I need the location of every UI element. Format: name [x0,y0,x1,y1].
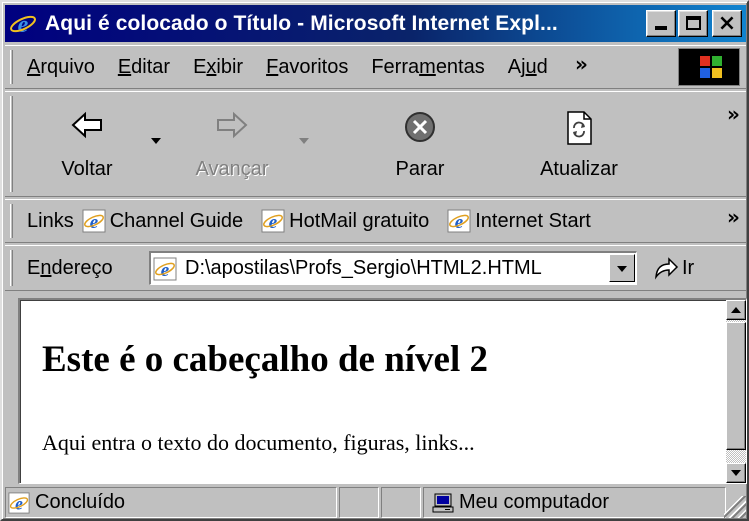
document-view[interactable]: Este é o cabeçalho de nível 2 Aqui entra… [18,298,747,484]
link-label: Internet Start [475,209,591,232]
maximize-icon [686,16,701,30]
toolbar-overflow-chevron[interactable]: » [727,102,740,126]
windows-logo [678,48,740,86]
link-label: HotMail gratuito [289,209,430,232]
vertical-scrollbar[interactable] [726,300,746,483]
maximize-button[interactable] [678,10,708,37]
stop-icon [403,110,437,150]
back-label: Voltar [61,158,113,180]
links-label: Links [27,209,74,232]
link-internet-start[interactable]: e Internet Start [447,209,591,233]
ie-page-icon: e [261,209,285,233]
document-paragraph: Aqui entra o texto do documento, figuras… [42,430,475,455]
link-hotmail[interactable]: e HotMail gratuito [261,209,429,233]
browser-window: e Aqui é colocado o Título - Microsoft I… [0,0,749,521]
minimize-button[interactable] [646,10,676,37]
standard-toolbar: Voltar Avançar Parar Atualizar » [5,91,746,197]
zone-text: Meu computador [459,491,610,513]
menu-item[interactable]: Favoritos [266,56,348,79]
stop-label: Parar [395,158,445,180]
window-title: Aqui é colocado o Título - Microsoft Int… [45,11,558,35]
status-text: Concluído [35,491,126,513]
menu-item[interactable]: Ferramentas [371,56,484,79]
toolbar-grip[interactable] [10,204,13,238]
chevron-up-icon [731,307,741,313]
menu-item[interactable]: Arquivo [27,56,95,79]
document-heading: Este é o cabeçalho de nível 2 [42,339,489,380]
refresh-label: Atualizar [540,158,618,180]
menu-bar: Arquivo Editar Exibir Favoritos Ferramentas A… [5,45,746,89]
ie-page-icon: e [153,257,177,281]
address-bar: Endereço e D:\apostilas\Profs_Sergio\HTM… [5,245,746,291]
refresh-icon [564,110,594,152]
links-overflow-chevron[interactable]: » [727,205,740,229]
status-pane-zone: Meu computador [423,487,726,518]
chevron-down-icon [617,266,627,272]
menu-overflow-chevron[interactable]: » [575,52,588,76]
back-dropdown-arrow-icon[interactable] [151,138,161,144]
computer-icon [432,492,454,514]
scroll-thumb[interactable] [726,322,746,450]
status-bar: e Concluído Meu computador [5,487,746,518]
link-channel-guide[interactable]: e Channel Guide [82,209,243,233]
status-pane-progress [339,487,379,518]
back-button[interactable]: Voltar [39,92,135,196]
menu: Arquivo Editar Exibir Favoritos Ferramentas A… [27,46,571,88]
go-arrow-icon [653,256,679,280]
back-arrow-icon [70,110,104,146]
toolbar-grip[interactable] [10,96,13,192]
menu-item[interactable]: Editar [118,56,170,79]
toolbar-grip[interactable] [10,250,13,286]
menu-item[interactable]: Exibir [193,56,243,79]
ie-logo-icon[interactable]: e [9,10,37,38]
go-label: Ir [682,256,695,279]
menu-item[interactable]: Ajud [508,56,548,79]
toolbar-grip[interactable] [10,50,13,84]
status-pane-security [381,487,421,518]
address-value: D:\apostilas\Profs_Sergio\HTML2.HTML [185,257,542,279]
stop-button[interactable]: Parar [365,92,475,196]
close-icon: × [717,11,737,36]
minimize-icon [655,26,667,30]
windows-flag-icon [700,56,722,78]
forward-arrow-icon [215,110,249,146]
link-label: Channel Guide [109,209,244,232]
forward-button[interactable]: Avançar [177,92,287,196]
title-bar[interactable]: e Aqui é colocado o Título - Microsoft I… [5,5,746,42]
scroll-down-button[interactable] [726,463,746,483]
forward-label: Avançar [195,158,269,180]
close-button[interactable]: × [712,10,742,37]
svg-text:e: e [15,493,23,513]
ie-page-icon: e [82,209,106,233]
address-input[interactable]: e D:\apostilas\Profs_Sergio\HTML2.HTML [149,251,637,285]
address-dropdown-button[interactable] [609,254,635,282]
resize-grip[interactable] [724,496,746,518]
svg-text:e: e [18,12,29,38]
forward-dropdown-arrow-icon[interactable] [299,138,309,144]
address-label: Endereço [27,257,113,279]
ie-page-icon: e [447,209,471,233]
go-button[interactable]: Ir [653,256,694,280]
links-bar: Links e Channel Guide e HotMail gratuito… [5,199,746,243]
refresh-button[interactable]: Atualizar [519,92,639,196]
scroll-up-button[interactable] [726,300,746,320]
chevron-down-icon [731,470,741,476]
status-pane-main: e Concluído [5,487,337,518]
ie-page-icon: e [8,491,30,514]
